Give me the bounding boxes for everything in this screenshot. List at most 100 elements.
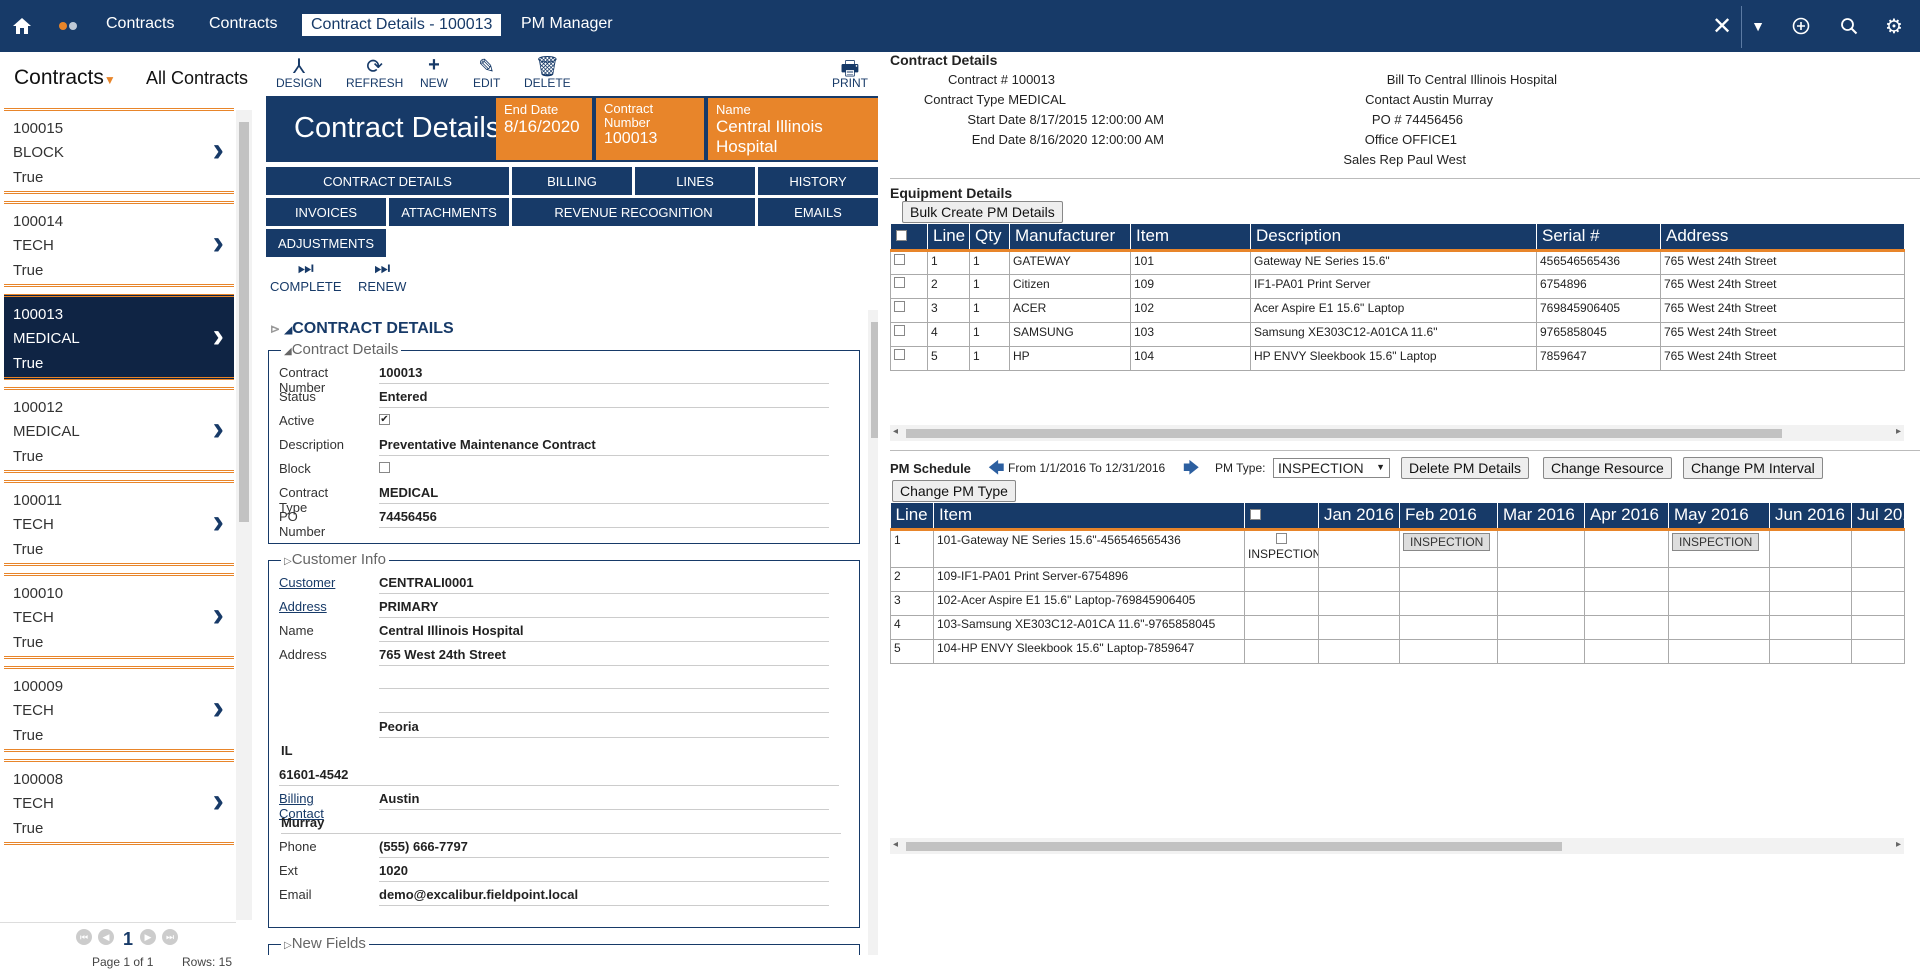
pm-type-select[interactable]: INSPECTION ▼: [1273, 458, 1390, 478]
first-page-icon[interactable]: ⏮: [76, 929, 92, 945]
table-row[interactable]: 5 1 HP 104 HP ENVY Sleekbook 15.6" Laptop 785…: [890, 345, 1905, 371]
select-all-checkbox[interactable]: [1250, 509, 1261, 521]
scroll-left-icon[interactable]: ◂: [893, 426, 898, 437]
list-item[interactable]: 100011 TECH True ›: [4, 480, 234, 566]
col-header-mar[interactable]: Mar 2016: [1497, 503, 1585, 531]
tab-lines[interactable]: LINES: [635, 167, 755, 195]
tab-invoices[interactable]: INVOICES: [266, 198, 386, 226]
row-checkbox[interactable]: [894, 276, 905, 288]
last-page-icon[interactable]: ⏭: [162, 929, 178, 945]
customer-link[interactable]: Customer: [279, 575, 335, 590]
equipment-hscrollbar[interactable]: ◂ ▸: [890, 425, 1904, 441]
table-row[interactable]: 2 109-IF1-PA01 Print Server-6754896: [890, 566, 1905, 592]
col-header-item[interactable]: Item: [1130, 224, 1251, 252]
col-header-line[interactable]: Line: [927, 224, 970, 252]
equipment-scroll-thumb[interactable]: [906, 429, 1782, 438]
scroll-right-icon[interactable]: ▸: [1896, 426, 1901, 437]
list-item[interactable]: 100014 TECH True ›: [4, 201, 234, 287]
apps-icon[interactable]: [54, 12, 82, 40]
row-checkbox[interactable]: [894, 324, 905, 336]
col-header-description[interactable]: Description: [1250, 224, 1537, 252]
new-button[interactable]: + NEW: [420, 54, 448, 90]
delete-pm-details-button[interactable]: Delete PM Details: [1401, 457, 1530, 479]
edit-button[interactable]: ✎ EDIT: [473, 54, 500, 90]
list-item[interactable]: 100012 MEDICAL True ›: [4, 387, 234, 473]
sidebar-scroll-thumb[interactable]: [239, 122, 249, 522]
table-row[interactable]: 2 1 Citizen 109 IF1-PA01 Print Server 6754896…: [890, 273, 1905, 299]
table-row[interactable]: 4 103-Samsung XE303C12-A01CA 11.6"-976585…: [890, 614, 1905, 640]
list-item[interactable]: 100009 TECH True ›: [4, 666, 234, 752]
change-resource-button[interactable]: Change Resource: [1543, 457, 1672, 479]
complete-button[interactable]: ⏭ COMPLETE: [270, 258, 342, 294]
tab-contracts-1[interactable]: Contracts: [106, 15, 174, 33]
change-pm-type-button[interactable]: Change PM Type: [892, 480, 1016, 502]
arrow-right-icon[interactable]: 🡆: [1183, 457, 1200, 484]
col-header-manufacturer[interactable]: Manufacturer: [1009, 224, 1131, 252]
list-item-selected[interactable]: 100013 MEDICAL True ›: [4, 294, 234, 380]
close-icon[interactable]: ✕: [1708, 12, 1736, 40]
scroll-right-icon[interactable]: ▸: [1896, 839, 1901, 850]
address-link[interactable]: Address: [279, 599, 327, 614]
pm-inspection-badge[interactable]: INSPECTION: [1403, 532, 1491, 551]
col-header-qty[interactable]: Qty: [969, 224, 1010, 252]
delete-button[interactable]: 🗑 DELETE: [524, 54, 571, 90]
table-row[interactable]: 3 102-Acer Aspire E1 15.6" Laptop-7698459…: [890, 590, 1905, 616]
tab-contract-details[interactable]: CONTRACT DETAILS: [266, 167, 509, 195]
col-header-address[interactable]: Address: [1660, 224, 1905, 252]
pm-hscrollbar[interactable]: ◂ ▸: [890, 838, 1904, 854]
add-icon[interactable]: [1787, 12, 1815, 40]
table-row[interactable]: 1 1 GATEWAY 101 Gateway NE Series 15.6" 45654…: [890, 249, 1905, 275]
list-item[interactable]: 100010 TECH True ›: [4, 573, 234, 659]
tab-billing[interactable]: BILLING: [512, 167, 632, 195]
tab-emails[interactable]: EMAILS: [758, 198, 878, 226]
change-pm-interval-button[interactable]: Change PM Interval: [1683, 457, 1823, 479]
active-checkbox[interactable]: ✔: [379, 414, 390, 425]
section-title[interactable]: ⊳ ◢CONTRACT DETAILS: [270, 320, 454, 338]
tab-history[interactable]: HISTORY: [758, 167, 878, 195]
table-row[interactable]: 5 104-HP ENVY Sleekbook 15.6" Laptop-7859…: [890, 638, 1905, 664]
dropdown-icon[interactable]: ▼: [1744, 12, 1772, 40]
bulk-create-button[interactable]: Bulk Create PM Details: [902, 201, 1063, 223]
sidebar-heading[interactable]: Contracts▼: [14, 66, 116, 90]
col-header-feb[interactable]: Feb 2016: [1399, 503, 1498, 531]
table-row[interactable]: 3 1 ACER 102 Acer Aspire E1 15.6" Laptop 7698…: [890, 297, 1905, 323]
customer-info-legend[interactable]: ▷Customer Info: [281, 551, 389, 568]
pm-inspection-badge[interactable]: INSPECTION: [1672, 532, 1760, 551]
settings-icon[interactable]: ⚙: [1880, 12, 1908, 40]
refresh-button[interactable]: ⟳ REFRESH: [346, 54, 403, 90]
new-fields-legend[interactable]: ▷New Fields: [281, 935, 369, 952]
design-button[interactable]: ⅄ DESIGN: [276, 54, 322, 90]
select-all-checkbox[interactable]: [895, 230, 907, 242]
table-row[interactable]: 4 1 SAMSUNG 103 Samsung XE303C12-A01CA 11.6"…: [890, 321, 1905, 347]
list-item[interactable]: 100008 TECH True ›: [4, 759, 234, 845]
all-contracts-link[interactable]: All Contracts: [146, 68, 248, 89]
col-header-jul[interactable]: Jul 2016: [1851, 503, 1905, 531]
prev-page-icon[interactable]: ◀: [98, 929, 114, 945]
next-page-icon[interactable]: ▶: [140, 929, 156, 945]
col-header-jun[interactable]: Jun 2016: [1769, 503, 1852, 531]
row-checkbox[interactable]: [1276, 532, 1287, 544]
form-scroll-thumb[interactable]: [871, 322, 878, 438]
col-header-line[interactable]: Line: [890, 503, 934, 531]
search-icon[interactable]: [1835, 12, 1863, 40]
tab-attachments[interactable]: ATTACHMENTS: [389, 198, 509, 226]
col-header-may[interactable]: May 2016: [1668, 503, 1770, 531]
tab-contracts-2[interactable]: Contracts: [209, 15, 277, 33]
col-header-item[interactable]: Item: [933, 503, 1245, 531]
tab-revenue-recognition[interactable]: REVENUE RECOGNITION: [512, 198, 755, 226]
pm-scroll-thumb[interactable]: [906, 842, 1562, 851]
col-header-apr[interactable]: Apr 2016: [1584, 503, 1669, 531]
scroll-left-icon[interactable]: ◂: [893, 839, 898, 850]
tab-pm-manager[interactable]: PM Manager: [521, 15, 613, 33]
contract-details-legend[interactable]: ◢Contract Details: [281, 341, 402, 358]
row-checkbox[interactable]: [894, 300, 905, 312]
row-checkbox[interactable]: [894, 348, 905, 360]
tab-contract-details[interactable]: Contract Details - 100013: [302, 14, 502, 36]
list-item[interactable]: 100015 BLOCK True ›: [4, 108, 234, 194]
block-checkbox[interactable]: [379, 462, 390, 473]
home-icon[interactable]: [8, 12, 36, 40]
table-row[interactable]: 1 101-Gateway NE Series 15.6"-4565465654…: [890, 528, 1905, 568]
tab-adjustments[interactable]: ADJUSTMENTS: [266, 229, 386, 257]
renew-button[interactable]: ⏭ RENEW: [358, 258, 406, 294]
row-checkbox[interactable]: [894, 253, 905, 265]
